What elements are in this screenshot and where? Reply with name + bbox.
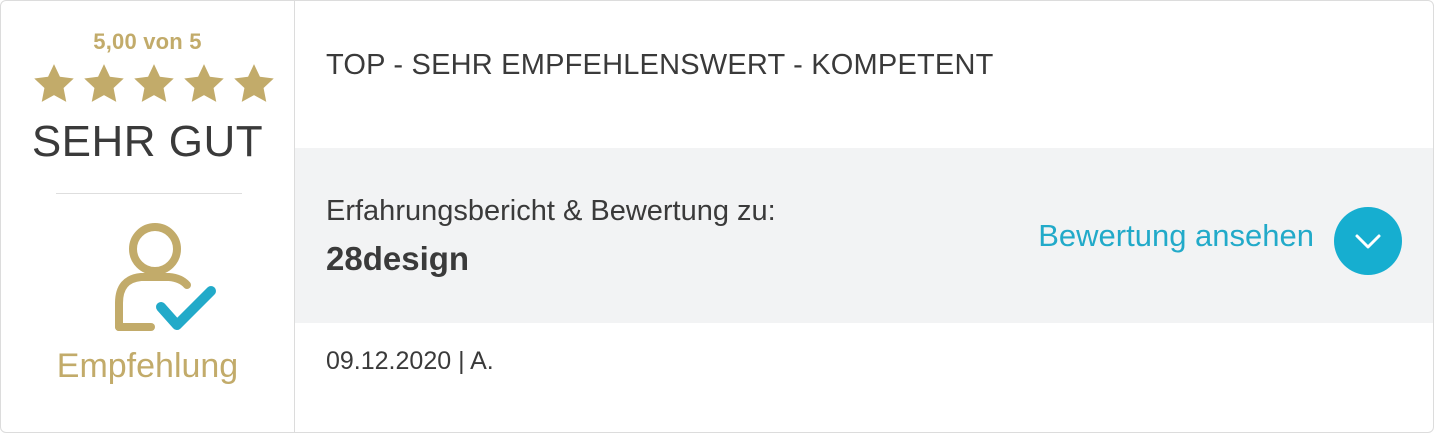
review-subject-band: Erfahrungsbericht & Bewertung zu: 28desi…	[295, 148, 1433, 323]
divider	[56, 193, 242, 194]
star-rating	[31, 61, 281, 107]
review-meta: 09.12.2020 | A.	[326, 347, 494, 375]
recommendation-label: Empfehlung	[56, 347, 239, 385]
person-check-icon	[115, 223, 216, 331]
star-icon	[134, 64, 174, 102]
report-label: Erfahrungsbericht & Bewertung zu:	[326, 195, 776, 227]
rating-panel: 5,00 von 5 SEHR GUT Empfehlung	[1, 1, 295, 432]
rating-grade: SEHR GUT	[31, 117, 264, 166]
chevron-down-icon	[1355, 234, 1381, 249]
expand-review-button[interactable]	[1334, 207, 1402, 275]
company-name: 28design	[326, 240, 470, 277]
star-icon	[234, 64, 274, 102]
review-title: TOP - SEHR EMPFEHLENSWERT - KOMPETENT	[326, 49, 994, 81]
star-icon	[184, 64, 224, 102]
rating-score: 5,00 von 5	[93, 29, 202, 54]
review-card: 5,00 von 5 SEHR GUT Empfehlung TOP - SEH…	[0, 0, 1434, 433]
view-review-link[interactable]: Bewertung ansehen	[1038, 218, 1314, 254]
star-icon	[34, 64, 74, 102]
star-icon	[84, 64, 124, 102]
